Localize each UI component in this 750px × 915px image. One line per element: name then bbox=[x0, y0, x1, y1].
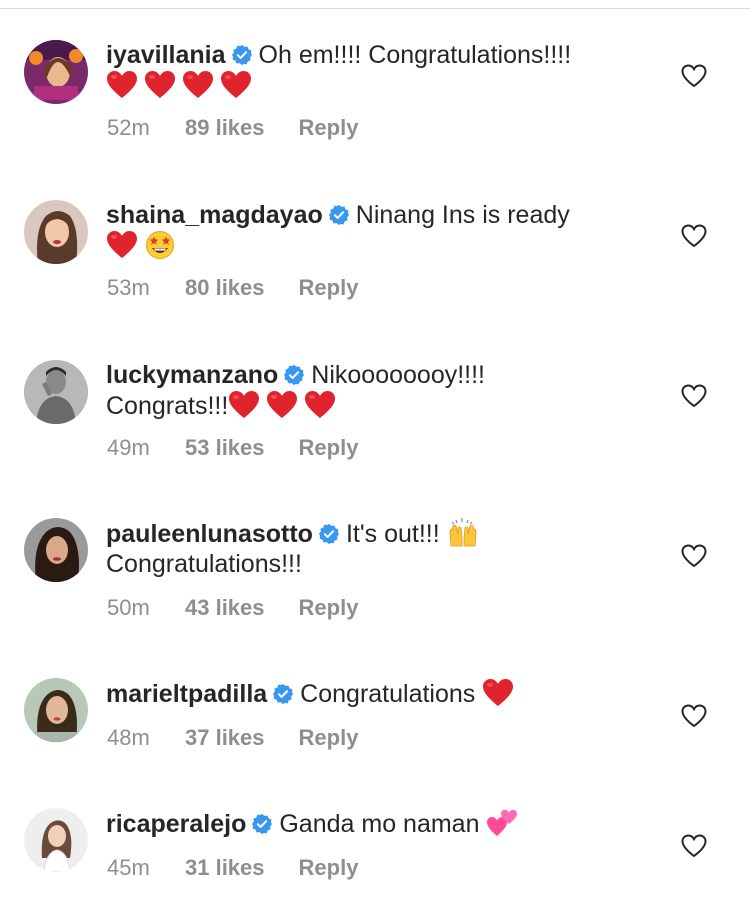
red-heart-emoji bbox=[482, 678, 514, 708]
red-heart-emoji bbox=[144, 70, 176, 100]
avatar[interactable] bbox=[24, 40, 88, 104]
verified-badge-icon bbox=[251, 813, 273, 835]
avatar[interactable] bbox=[24, 518, 88, 582]
verified-badge-icon bbox=[231, 44, 253, 66]
comment-body: ricaperalejo Ganda mo naman bbox=[106, 808, 646, 839]
reply-button[interactable]: Reply bbox=[299, 595, 359, 621]
verified-badge-icon bbox=[318, 523, 340, 545]
red-heart-emoji bbox=[228, 390, 260, 420]
comment-text: Ganda mo naman bbox=[279, 810, 480, 838]
comment-meta: 48m 37 likes Reply bbox=[107, 725, 358, 751]
comment-body: pauleenlunasotto It's out!!! Congratulati… bbox=[106, 518, 646, 579]
heart-outline-icon[interactable] bbox=[681, 834, 707, 858]
avatar[interactable] bbox=[24, 678, 88, 742]
comment-time: 50m bbox=[107, 595, 150, 620]
likes-count[interactable]: 43 likes bbox=[185, 595, 265, 621]
likes-count[interactable]: 37 likes bbox=[185, 725, 265, 751]
username[interactable]: shaina_magdayao bbox=[106, 201, 323, 229]
heart-outline-icon[interactable] bbox=[681, 384, 707, 408]
verified-badge-icon bbox=[328, 204, 350, 226]
likes-count[interactable]: 80 likes bbox=[185, 275, 265, 301]
comment-text: Oh em!!!! Congratulations!!!! bbox=[258, 41, 572, 69]
avatar[interactable] bbox=[24, 360, 88, 424]
red-heart-emoji bbox=[182, 70, 214, 100]
comment-body: iyavillania Oh em!!!! Congratulations!!!! bbox=[106, 40, 646, 101]
comment-meta: 52m 89 likes Reply bbox=[107, 115, 358, 141]
comment-meta: 49m 53 likes Reply bbox=[107, 435, 358, 461]
likes-count[interactable]: 53 likes bbox=[185, 435, 265, 461]
avatar[interactable] bbox=[24, 808, 88, 872]
reply-button[interactable]: Reply bbox=[299, 725, 359, 751]
red-heart-emoji bbox=[304, 390, 336, 420]
comment-text: It's out!!! bbox=[345, 520, 440, 548]
comment-time: 49m bbox=[107, 435, 150, 460]
heart-outline-icon[interactable] bbox=[681, 544, 707, 568]
comment-text: Ninang Ins is ready bbox=[355, 201, 570, 229]
comment-meta: 45m 31 likes Reply bbox=[107, 855, 358, 881]
comment-body: luckymanzano Nikoooooooy!!!! Congrats!!! bbox=[106, 360, 646, 421]
heart-outline-icon[interactable] bbox=[681, 704, 707, 728]
reply-button[interactable]: Reply bbox=[299, 275, 359, 301]
comment-time: 45m bbox=[107, 855, 150, 880]
username[interactable]: ricaperalejo bbox=[106, 810, 246, 838]
comment-body: marieltpadilla Congratulations bbox=[106, 678, 646, 709]
avatar[interactable] bbox=[24, 200, 88, 264]
comment-time: 53m bbox=[107, 275, 150, 300]
heart-outline-icon[interactable] bbox=[681, 64, 707, 88]
username[interactable]: luckymanzano bbox=[106, 361, 278, 389]
comment-time: 52m bbox=[107, 115, 150, 140]
two-hearts-emoji bbox=[486, 808, 518, 838]
star-struck-emoji bbox=[144, 230, 176, 260]
comment-text-line2: Congratulations!!! bbox=[106, 550, 302, 578]
reply-button[interactable]: Reply bbox=[299, 855, 359, 881]
raising-hands-emoji bbox=[447, 518, 479, 548]
reply-button[interactable]: Reply bbox=[299, 435, 359, 461]
comment-meta: 53m 80 likes Reply bbox=[107, 275, 358, 301]
likes-count[interactable]: 89 likes bbox=[185, 115, 265, 141]
username[interactable]: pauleenlunasotto bbox=[106, 520, 313, 548]
verified-badge-icon bbox=[283, 364, 305, 386]
red-heart-emoji bbox=[220, 70, 252, 100]
reply-button[interactable]: Reply bbox=[299, 115, 359, 141]
username[interactable]: iyavillania bbox=[106, 41, 226, 69]
red-heart-emoji bbox=[106, 70, 138, 100]
verified-badge-icon bbox=[272, 683, 294, 705]
likes-count[interactable]: 31 likes bbox=[185, 855, 265, 881]
red-heart-emoji bbox=[266, 390, 298, 420]
comment-meta: 50m 43 likes Reply bbox=[107, 595, 358, 621]
comment-time: 48m bbox=[107, 725, 150, 750]
comment-text: Nikoooooooy!!!! bbox=[311, 361, 485, 389]
red-heart-emoji bbox=[106, 230, 138, 260]
comment-body: shaina_magdayao Ninang Ins is ready bbox=[106, 200, 646, 261]
comment-text-line2: Congrats!!! bbox=[106, 392, 229, 420]
username[interactable]: marieltpadilla bbox=[106, 680, 267, 708]
top-divider bbox=[0, 8, 750, 9]
heart-outline-icon[interactable] bbox=[681, 224, 707, 248]
comment-text: Congratulations bbox=[300, 680, 476, 708]
